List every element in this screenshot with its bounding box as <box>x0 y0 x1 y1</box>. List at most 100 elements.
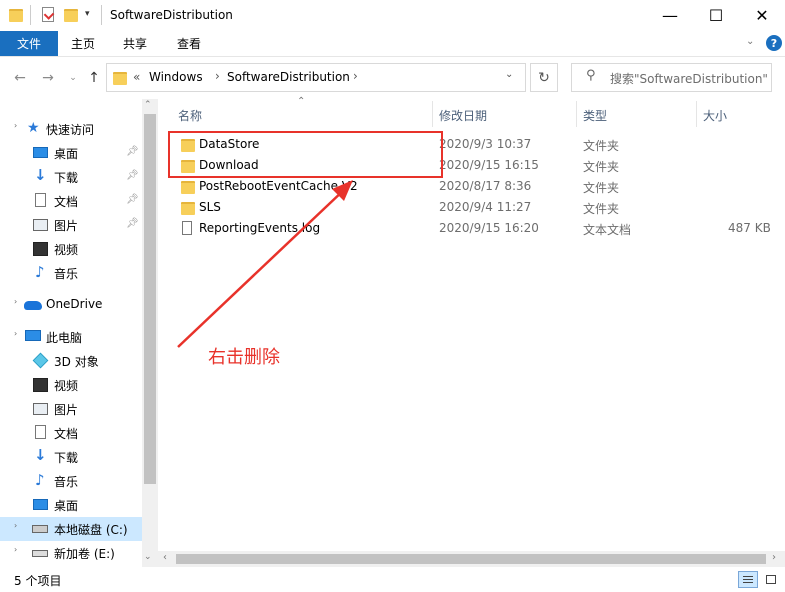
sidebar-item-quick-access[interactable]: › ★ 快速访问 <box>0 117 142 141</box>
sidebar-item-local-disk-c[interactable]: › 本地磁盘 (C:) <box>0 517 142 541</box>
ribbon-expand-icon[interactable]: ⌄ <box>746 36 754 47</box>
forward-arrow-icon[interactable]: → <box>38 68 58 88</box>
scroll-right-icon[interactable]: › <box>772 552 776 563</box>
minimize-button[interactable]: — <box>647 0 693 31</box>
search-icon: ⚲ <box>586 68 596 83</box>
details-view-icon[interactable] <box>738 571 758 588</box>
scroll-left-icon[interactable]: ‹ <box>163 552 167 563</box>
tab-view[interactable]: 查看 <box>177 31 201 56</box>
breadcrumb-softwaredistribution[interactable]: SoftwareDistribution <box>227 70 350 84</box>
large-icons-view-icon[interactable] <box>763 571 781 588</box>
title-bar: ▾ SoftwareDistribution — ☐ ✕ <box>0 0 785 31</box>
sidebar-item-3d-objects[interactable]: 3D 对象 <box>0 349 142 373</box>
collapse-chevron-icon[interactable]: › <box>14 121 17 130</box>
tab-home[interactable]: 主页 <box>71 31 95 56</box>
scroll-up-icon[interactable]: ⌃ <box>144 100 152 110</box>
address-bar[interactable]: « Windows › SoftwareDistribution › ⌄ <box>106 63 526 92</box>
sort-ascending-icon: ⌃ <box>297 96 306 107</box>
breadcrumb-overflow[interactable]: « <box>133 70 140 84</box>
sidebar-item-documents-pc[interactable]: 文档 <box>0 421 142 445</box>
recent-dropdown-icon[interactable]: ⌄ <box>63 68 83 88</box>
column-header-name[interactable]: 名称 <box>178 104 202 126</box>
sidebar-item-this-pc[interactable]: › 此电脑 <box>0 325 142 349</box>
horizontal-scroll-thumb[interactable] <box>176 554 766 564</box>
folder-icon <box>9 9 23 22</box>
back-arrow-icon[interactable]: ← <box>10 68 30 88</box>
up-arrow-icon[interactable]: ↑ <box>84 68 104 88</box>
sidebar-item-label: 快速访问 <box>46 123 95 137</box>
file-type: 文件夹 <box>583 202 620 216</box>
document-icon <box>35 425 46 439</box>
pin-icon[interactable]: 📌︎ <box>126 170 139 181</box>
sidebar-item-label: 音乐 <box>54 267 79 281</box>
column-header-size[interactable]: 大小 <box>703 104 727 126</box>
column-header-type[interactable]: 类型 <box>583 104 607 126</box>
sidebar-item-pictures[interactable]: 图片 📌︎ <box>0 213 142 237</box>
sidebar-item-pictures-pc[interactable]: 图片 <box>0 397 142 421</box>
column-divider[interactable] <box>696 101 697 127</box>
file-type: 文件夹 <box>583 160 620 174</box>
refresh-icon: ↻ <box>538 69 550 86</box>
tab-file[interactable]: 文件 <box>0 31 58 56</box>
sidebar-item-videos-pc[interactable]: 视频 <box>0 373 142 397</box>
sidebar-item-label: 文档 <box>54 427 79 441</box>
pin-icon[interactable]: 📌︎ <box>126 146 139 157</box>
pin-icon[interactable]: 📌︎ <box>126 194 139 205</box>
properties-icon[interactable] <box>42 7 55 22</box>
star-icon: ★ <box>27 120 40 136</box>
sidebar-item-label: OneDrive <box>46 297 103 311</box>
tab-share[interactable]: 共享 <box>123 31 147 56</box>
file-modified: 2020/9/15 16:20 <box>439 221 539 235</box>
address-dropdown-icon[interactable]: ⌄ <box>505 69 513 80</box>
refresh-button[interactable]: ↻ <box>530 63 558 92</box>
download-icon: ↓ <box>34 166 47 184</box>
column-divider[interactable] <box>432 101 433 127</box>
sidebar-item-downloads[interactable]: ↓ 下载 📌︎ <box>0 165 142 189</box>
qa-divider-2 <box>101 5 102 25</box>
drive-icon <box>32 550 48 557</box>
help-icon[interactable]: ? <box>766 35 782 51</box>
expand-chevron-icon[interactable]: › <box>14 297 17 306</box>
file-type: 文件夹 <box>583 181 620 195</box>
sidebar-item-desktop[interactable]: 桌面 📌︎ <box>0 141 142 165</box>
expand-chevron-icon[interactable]: › <box>14 545 17 554</box>
close-button[interactable]: ✕ <box>739 0 785 31</box>
item-count: 5 个项目 <box>14 574 62 588</box>
file-modified: 2020/9/4 11:27 <box>439 200 532 214</box>
column-divider[interactable] <box>576 101 577 127</box>
sidebar-item-downloads-pc[interactable]: ↓ 下载 <box>0 445 142 469</box>
navigation-bar: ← → ⌄ ↑ « Windows › SoftwareDistribution… <box>0 57 785 99</box>
sidebar-item-label: 本地磁盘 (C:) <box>54 523 128 537</box>
sidebar-item-label: 桌面 <box>54 147 79 161</box>
column-header-modified[interactable]: 修改日期 <box>439 104 487 126</box>
sidebar-item-music[interactable]: ♪ 音乐 <box>0 261 142 285</box>
picture-icon <box>33 403 48 415</box>
sidebar-scroll-thumb[interactable] <box>144 114 156 484</box>
breadcrumb-chevron-icon[interactable]: › <box>353 69 358 83</box>
breadcrumb-chevron-icon[interactable]: › <box>215 69 220 83</box>
scroll-down-icon[interactable]: ⌄ <box>144 552 152 562</box>
search-box[interactable]: ⚲ 搜索"SoftwareDistribution" <box>571 63 772 92</box>
sidebar-item-new-volume-e[interactable]: › 新加卷 (E:) <box>0 541 142 565</box>
sidebar-item-label: 视频 <box>54 379 79 393</box>
qa-dropdown-icon[interactable]: ▾ <box>85 9 90 19</box>
breadcrumb-windows[interactable]: Windows <box>149 70 203 84</box>
sidebar-item-videos[interactable]: 视频 <box>0 237 142 261</box>
collapse-chevron-icon[interactable]: › <box>14 329 17 338</box>
music-icon: ♪ <box>35 263 45 281</box>
search-placeholder[interactable]: 搜索"SoftwareDistribution" <box>610 70 768 87</box>
sidebar-item-documents[interactable]: 文档 📌︎ <box>0 189 142 213</box>
pin-icon[interactable]: 📌︎ <box>126 218 139 229</box>
new-folder-icon[interactable] <box>64 9 78 22</box>
annotation-arrow <box>177 180 353 348</box>
sidebar-item-onedrive[interactable]: › OneDrive <box>0 293 142 317</box>
sidebar-item-label: 3D 对象 <box>54 355 99 369</box>
window-title: SoftwareDistribution <box>110 8 233 22</box>
3d-objects-icon <box>32 352 49 369</box>
sidebar-item-label: 新加卷 (E:) <box>54 547 115 561</box>
video-icon <box>33 242 48 256</box>
maximize-button[interactable]: ☐ <box>693 0 739 31</box>
expand-chevron-icon[interactable]: › <box>14 521 17 530</box>
sidebar-item-music-pc[interactable]: ♪ 音乐 <box>0 469 142 493</box>
sidebar-item-desktop-pc[interactable]: 桌面 <box>0 493 142 517</box>
